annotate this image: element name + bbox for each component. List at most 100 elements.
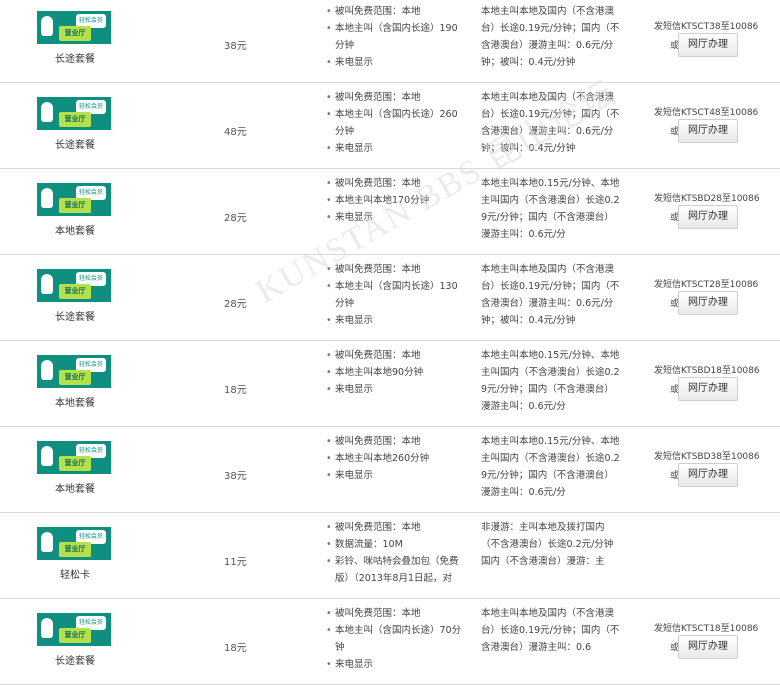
feature-list: 被叫免费范围：本地本地主叫（含国内长途）190分钟来电显示 xyxy=(326,3,466,71)
card-logo: 营业厅 xyxy=(59,26,91,41)
package-cell: 轻松会员 营业厅 轻松卡 xyxy=(37,527,113,581)
sms-instruction: 发短信KTSCT18至10086 xyxy=(654,624,759,634)
feature-item: 被叫免费范围：本地 xyxy=(326,605,466,622)
package-table: 轻松会员 营业厅 长途套餐 38元 被叫免费范围：本地本地主叫（含国内长途）19… xyxy=(0,0,780,685)
package-cell: 轻松会员 营业厅 长途套餐 xyxy=(37,613,113,667)
feature-item: 本地主叫（含国内长途）190分钟 xyxy=(326,20,466,54)
package-cell: 轻松会员 营业厅 长途套餐 xyxy=(37,269,113,323)
feature-item: 被叫免费范围：本地 xyxy=(326,519,466,536)
feature-list: 被叫免费范围：本地本地主叫本地260分钟来电显示 xyxy=(326,433,466,484)
mascot-icon xyxy=(41,274,53,294)
package-card-image[interactable]: 轻松会员 营业厅 xyxy=(37,11,111,44)
package-price: 38元 xyxy=(224,471,247,482)
sms-instruction: 发短信KTSCT38至10086 xyxy=(654,22,759,32)
feature-item: 来电显示 xyxy=(326,467,466,484)
rate-description: 本地主叫本地0.15元/分钟、本地主叫国内（不含港澳台）长途0.29元/分钟；国… xyxy=(481,350,620,412)
package-price: 28元 xyxy=(224,213,247,224)
card-logo: 营业厅 xyxy=(59,542,91,557)
package-price: 38元 xyxy=(224,41,247,52)
package-card-image[interactable]: 轻松会员 营业厅 xyxy=(37,183,111,216)
feature-item: 被叫免费范围：本地 xyxy=(326,261,466,278)
feature-item: 来电显示 xyxy=(326,312,466,329)
mascot-icon xyxy=(41,16,53,36)
table-row: 轻松会员 营业厅 本地套餐 38元 被叫免费范围：本地本地主叫本地260分钟来电… xyxy=(0,427,780,513)
package-card-image[interactable]: 轻松会员 营业厅 xyxy=(37,355,111,388)
package-card-image[interactable]: 轻松会员 营业厅 xyxy=(37,269,111,302)
package-card-image[interactable]: 轻松会员 营业厅 xyxy=(37,613,111,646)
rate-description: 非漫游：主叫本地及拨打国内（不含港澳台）长途0.2元/分钟国内（不含港澳台）漫游… xyxy=(481,522,614,567)
package-name[interactable]: 轻松卡 xyxy=(37,566,113,581)
mascot-icon xyxy=(41,532,53,552)
feature-item: 来电显示 xyxy=(326,140,466,157)
package-name[interactable]: 长途套餐 xyxy=(37,652,113,667)
online-hall-button[interactable]: 网厅办理 xyxy=(678,463,738,487)
package-cell: 轻松会员 营业厅 长途套餐 xyxy=(37,97,113,151)
feature-list: 被叫免费范围：本地数据流量：10M彩铃、咪咕特会叠加包（免费版）（2013年8月… xyxy=(326,519,466,587)
mascot-icon xyxy=(41,188,53,208)
online-hall-button[interactable]: 网厅办理 xyxy=(678,291,738,315)
online-hall-button[interactable]: 网厅办理 xyxy=(678,635,738,659)
package-card-image[interactable]: 轻松会员 营业厅 xyxy=(37,441,111,474)
online-hall-button[interactable]: 网厅办理 xyxy=(678,119,738,143)
package-card-image[interactable]: 轻松会员 营业厅 xyxy=(37,97,111,130)
card-logo: 营业厅 xyxy=(59,112,91,127)
package-name[interactable]: 长途套餐 xyxy=(37,308,113,323)
online-hall-button[interactable]: 网厅办理 xyxy=(678,205,738,229)
feature-list: 被叫免费范围：本地本地主叫（含国内长途）70分钟来电显示 xyxy=(326,605,466,673)
package-name[interactable]: 长途套餐 xyxy=(37,136,113,151)
package-name[interactable]: 长途套餐 xyxy=(37,50,113,65)
table-row: 轻松会员 营业厅 本地套餐 28元 被叫免费范围：本地本地主叫本地170分钟来电… xyxy=(0,169,780,255)
feature-item: 本地主叫（含国内长途）260分钟 xyxy=(326,106,466,140)
feature-item: 被叫免费范围：本地 xyxy=(326,3,466,20)
package-name[interactable]: 本地套餐 xyxy=(37,480,113,495)
table-row: 轻松会员 营业厅 轻松卡 11元 被叫免费范围：本地数据流量：10M彩铃、咪咕特… xyxy=(0,513,780,599)
mascot-icon xyxy=(41,618,53,638)
feature-item: 来电显示 xyxy=(326,54,466,71)
rate-description: 本地主叫本地0.15元/分钟、本地主叫国内（不含港澳台）长途0.29元/分钟；国… xyxy=(481,436,620,498)
package-cell: 轻松会员 营业厅 本地套餐 xyxy=(37,355,113,409)
package-cell: 轻松会员 营业厅 本地套餐 xyxy=(37,441,113,495)
package-price: 18元 xyxy=(224,385,247,396)
rate-description: 本地主叫本地及国内（不含港澳台）长途0.19元/分钟；国内（不含港澳台）漫游主叫… xyxy=(481,264,620,326)
mascot-icon xyxy=(41,102,53,122)
feature-item: 本地主叫本地260分钟 xyxy=(326,450,466,467)
package-price: 28元 xyxy=(224,299,247,310)
rate-description: 本地主叫本地及国内（不含港澳台）长途0.19元/分钟；国内（不含港澳台）漫游主叫… xyxy=(481,92,620,154)
feature-item: 来电显示 xyxy=(326,381,466,398)
package-price: 18元 xyxy=(224,643,247,654)
feature-item: 被叫免费范围：本地 xyxy=(326,347,466,364)
rate-description: 本地主叫本地0.15元/分钟、本地主叫国内（不含港澳台）长途0.29元/分钟；国… xyxy=(481,178,620,240)
sms-instruction: 发短信KTSBD18至10086 xyxy=(654,366,760,376)
table-row: 轻松会员 营业厅 长途套餐 28元 被叫免费范围：本地本地主叫（含国内长途）13… xyxy=(0,255,780,341)
sms-instruction: 发短信KTSCT28至10086 xyxy=(654,280,759,290)
sms-instruction: 发短信KTSBD38至10086 xyxy=(654,452,760,462)
feature-item: 被叫免费范围：本地 xyxy=(326,89,466,106)
table-row: 轻松会员 营业厅 长途套餐 18元 被叫免费范围：本地本地主叫（含国内长途）70… xyxy=(0,599,780,685)
table-row: 轻松会员 营业厅 长途套餐 38元 被叫免费范围：本地本地主叫（含国内长途）19… xyxy=(0,0,780,83)
sms-instruction: 发短信KTSBD28至10086 xyxy=(654,194,760,204)
feature-list: 被叫免费范围：本地本地主叫（含国内长途）260分钟来电显示 xyxy=(326,89,466,157)
table-row: 轻松会员 营业厅 本地套餐 18元 被叫免费范围：本地本地主叫本地90分钟来电显… xyxy=(0,341,780,427)
package-price: 48元 xyxy=(224,127,247,138)
rate-description: 本地主叫本地及国内（不含港澳台）长途0.19元/分钟；国内（不含港澳台）漫游主叫… xyxy=(481,6,620,68)
package-name[interactable]: 本地套餐 xyxy=(37,222,113,237)
package-card-image[interactable]: 轻松会员 营业厅 xyxy=(37,527,111,560)
package-cell: 轻松会员 营业厅 本地套餐 xyxy=(37,183,113,237)
card-logo: 营业厅 xyxy=(59,198,91,213)
feature-list: 被叫免费范围：本地本地主叫本地170分钟来电显示 xyxy=(326,175,466,226)
feature-item: 被叫免费范围：本地 xyxy=(326,433,466,450)
feature-item: 本地主叫本地170分钟 xyxy=(326,192,466,209)
package-name[interactable]: 本地套餐 xyxy=(37,394,113,409)
card-logo: 营业厅 xyxy=(59,284,91,299)
online-hall-button[interactable]: 网厅办理 xyxy=(678,377,738,401)
card-logo: 营业厅 xyxy=(59,628,91,643)
table-row: 轻松会员 营业厅 长途套餐 48元 被叫免费范围：本地本地主叫（含国内长途）26… xyxy=(0,83,780,169)
online-hall-button[interactable]: 网厅办理 xyxy=(678,33,738,57)
mascot-icon xyxy=(41,446,53,466)
feature-item: 本地主叫（含国内长途）70分钟 xyxy=(326,622,466,656)
feature-item: 数据流量：10M xyxy=(326,536,466,553)
feature-item: 本地主叫（含国内长途）130分钟 xyxy=(326,278,466,312)
package-price: 11元 xyxy=(224,557,247,568)
package-cell: 轻松会员 营业厅 长途套餐 xyxy=(37,11,113,65)
mascot-icon xyxy=(41,360,53,380)
